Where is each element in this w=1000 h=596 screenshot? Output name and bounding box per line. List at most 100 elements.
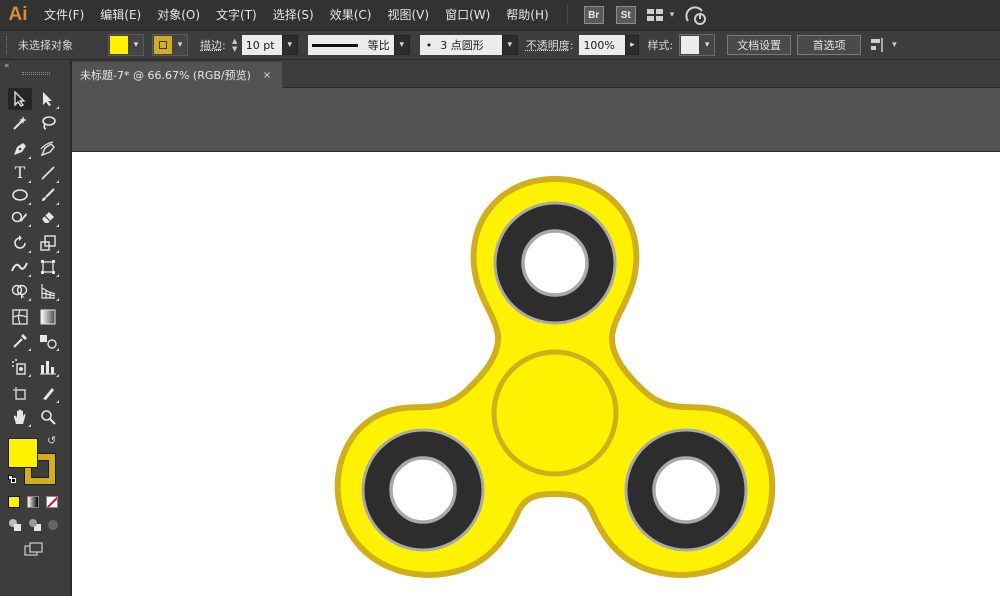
stroke-label[interactable]: 描边	[200, 37, 222, 53]
draw-normal-button[interactable]	[6, 516, 24, 534]
brush-definition[interactable]: • 3 点圆形	[419, 35, 502, 55]
scale-icon	[40, 235, 56, 251]
document-setup-button[interactable]: 文档设置	[727, 35, 792, 55]
fill-color-control[interactable]: ▾	[108, 34, 144, 56]
brush-label: 3 点圆形	[440, 39, 484, 52]
arrange-documents-icon[interactable]	[645, 4, 667, 26]
stroke-weight-dropdown[interactable]: ▾	[281, 35, 298, 55]
draw-behind-button[interactable]	[26, 516, 44, 534]
menu-select[interactable]: 选择(S)	[265, 0, 322, 30]
swap-fill-stroke-icon[interactable]: ↺	[47, 434, 56, 447]
shape-builder-tool[interactable]	[8, 280, 32, 302]
stroke-weight-input[interactable]: 10 pt	[241, 35, 282, 55]
pen-tool[interactable]	[8, 138, 32, 160]
gradient-mode-button[interactable]	[27, 496, 39, 508]
magic-wand-tool[interactable]	[8, 112, 32, 134]
ellipse-icon	[12, 189, 28, 201]
selection-tool[interactable]	[8, 88, 32, 110]
none-mode-button[interactable]	[46, 496, 58, 508]
chevron-down-icon[interactable]: ▾	[892, 40, 897, 50]
gradient-tool[interactable]	[36, 306, 60, 328]
variable-width-profile[interactable]: 等比	[307, 35, 394, 55]
mesh-icon	[12, 309, 28, 325]
draw-inside-button[interactable]	[44, 516, 62, 534]
close-icon[interactable]: ×	[263, 70, 271, 81]
artboard-tool[interactable]	[8, 382, 32, 404]
opacity-input[interactable]: 100%	[579, 35, 626, 55]
mesh-tool[interactable]	[8, 306, 32, 328]
panel-grip[interactable]	[22, 72, 50, 75]
style-swatch	[681, 36, 700, 54]
column-graph-tool[interactable]	[36, 356, 60, 378]
scale-tool[interactable]	[36, 232, 60, 254]
stroke-weight-stepper[interactable]: ▲ ▼	[230, 35, 240, 55]
column-graph-icon	[40, 361, 56, 375]
stroke-color-control[interactable]: ▾	[152, 34, 188, 56]
lasso-icon	[42, 116, 56, 130]
profile-dropdown[interactable]: ▾	[393, 35, 410, 55]
line-segment-tool[interactable]	[36, 162, 60, 184]
brush-dot-icon: •	[425, 38, 433, 52]
chevron-down-icon[interactable]: ▾	[670, 10, 675, 20]
menu-effect[interactable]: 效果(C)	[322, 0, 380, 30]
profile-label: 等比	[367, 39, 390, 52]
lasso-tool[interactable]	[36, 112, 60, 134]
default-fill-stroke-icon[interactable]	[8, 475, 16, 483]
stock-button[interactable]: St	[615, 6, 636, 24]
blend-tool[interactable]	[36, 330, 60, 352]
free-transform-tool[interactable]	[36, 256, 60, 278]
hand-icon	[14, 409, 26, 424]
direct-selection-tool[interactable]	[36, 88, 60, 110]
screen-mode-button[interactable]	[22, 540, 46, 558]
direct-selection-arrow-icon	[43, 92, 52, 106]
brush-dropdown[interactable]: ▾	[501, 35, 518, 55]
fill-color-swatch[interactable]	[8, 438, 38, 468]
shaper-tool[interactable]	[8, 206, 32, 228]
chevron-down-icon: ▾	[133, 40, 139, 50]
align-options-icon[interactable]	[867, 34, 889, 56]
document-tab-title: 未标题-7* @ 66.67% (RGB/预览)	[80, 69, 251, 82]
menu-window[interactable]: 窗口(W)	[437, 0, 498, 30]
preferences-button[interactable]: 首选项	[797, 35, 862, 55]
opacity-label[interactable]: 不透明度	[526, 37, 570, 53]
menu-object[interactable]: 对象(O)	[149, 0, 208, 30]
gpu-performance-icon[interactable]	[685, 4, 707, 26]
style-label: 样式	[647, 39, 670, 52]
menu-view[interactable]: 视图(V)	[379, 0, 437, 30]
illustrator-window: Ai 文件(F) 编辑(E) 对象(O) 文字(T) 选择(S) 效果(C) 视…	[0, 0, 1000, 596]
type-tool[interactable]: T	[8, 162, 32, 184]
bridge-button[interactable]: Br	[583, 6, 604, 24]
chevron-down-icon: ▾	[704, 40, 710, 50]
control-bar-grip[interactable]	[6, 36, 10, 54]
width-tool[interactable]	[8, 256, 32, 278]
menu-edit[interactable]: 编辑(E)	[92, 0, 149, 30]
symbol-sprayer-icon	[12, 359, 26, 375]
colon: :	[222, 38, 226, 52]
collapse-panel-icon[interactable]: «	[4, 61, 10, 71]
symbol-sprayer-tool[interactable]	[8, 356, 32, 378]
menu-type[interactable]: 文字(T)	[208, 0, 265, 30]
bearing-top	[493, 201, 617, 325]
type-t-icon: T	[14, 163, 26, 182]
curvature-tool[interactable]	[36, 138, 60, 160]
paintbrush-tool[interactable]	[36, 184, 60, 206]
paintbrush-icon	[42, 188, 55, 201]
center-cap	[491, 349, 619, 477]
perspective-grid-tool[interactable]	[36, 280, 60, 302]
ellipse-tool[interactable]	[8, 184, 32, 206]
slice-tool[interactable]	[36, 382, 60, 404]
document-tab[interactable]: 未标题-7* @ 66.67% (RGB/预览) ×	[72, 62, 282, 88]
color-mode-button[interactable]	[8, 496, 20, 508]
perspective-grid-icon	[41, 284, 56, 299]
rotate-tool[interactable]	[8, 232, 32, 254]
control-bar: 未选择对象 ▾ ▾ 描边 : ▲ ▼ 10 pt ▾ 等比 ▾ • 3 点圆形 ▾…	[0, 30, 1000, 60]
zoom-tool[interactable]	[36, 406, 60, 428]
menu-file[interactable]: 文件(F)	[36, 0, 92, 30]
hand-tool[interactable]	[8, 406, 32, 428]
menu-help[interactable]: 帮助(H)	[498, 0, 556, 30]
selection-arrow-icon	[14, 91, 26, 107]
graphic-style-control[interactable]: ▾	[679, 34, 716, 56]
opacity-slider-toggle[interactable]: ▸	[625, 35, 640, 55]
eraser-tool[interactable]	[36, 206, 60, 228]
eyedropper-tool[interactable]	[8, 330, 32, 352]
